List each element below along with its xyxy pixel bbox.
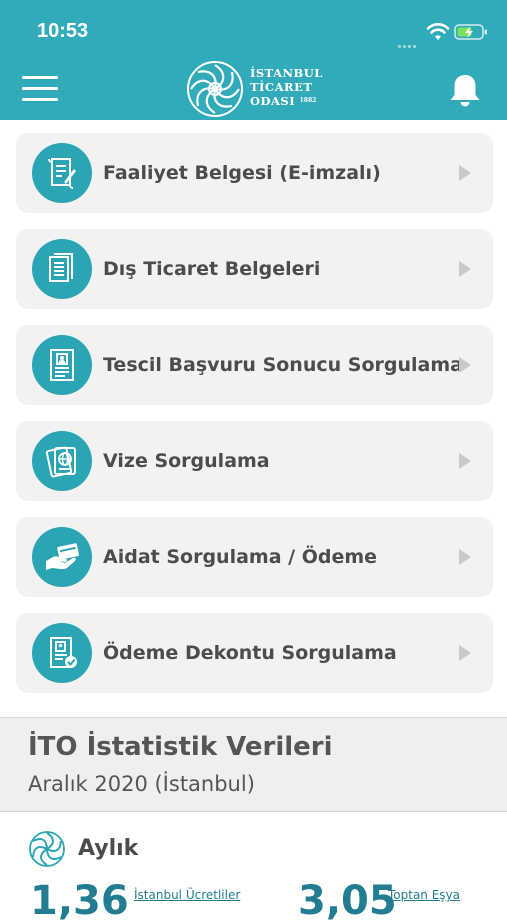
statistics-subtitle: Aralık 2020 (İstanbul)	[28, 772, 255, 796]
hamburger-menu-icon[interactable]	[22, 76, 58, 102]
wifi-icon	[426, 23, 450, 40]
notification-bell-icon[interactable]	[448, 72, 482, 108]
monthly-label: Aylık	[78, 836, 139, 861]
ito-emblem-icon	[187, 61, 243, 117]
logo-line-1: İSTANBUL	[250, 66, 323, 80]
logo-line-2: TİCARET	[250, 80, 313, 94]
chevron-right-icon	[459, 261, 471, 277]
chevron-right-icon	[459, 357, 471, 373]
passport-globe-icon	[32, 431, 92, 491]
ito-emblem-icon	[29, 831, 65, 867]
chevron-right-icon	[459, 549, 471, 565]
cellular-signal-icon	[398, 33, 420, 48]
menu-card-vize-sorgulama[interactable]: Vize Sorgulama	[16, 421, 493, 501]
menu-card-label: Faaliyet Belgesi (E-imzalı)	[103, 162, 381, 184]
menu-card-label: Aidat Sorgulama / Ödeme	[103, 546, 378, 568]
menu-card-faaliyet-belgesi[interactable]: Faaliyet Belgesi (E-imzalı)	[16, 133, 493, 213]
menu-card-label: Vize Sorgulama	[103, 450, 270, 472]
receipt-check-icon	[32, 623, 92, 683]
menu-card-aidat-sorgulama[interactable]: Aidat Sorgulama / Ödeme	[16, 517, 493, 597]
documents-stack-icon	[32, 239, 92, 299]
statistics-header: İTO İstatistik Verileri Aralık 2020 (İst…	[0, 717, 507, 812]
logo-line-3: ODASI	[250, 94, 296, 108]
hand-card-payment-icon	[32, 527, 92, 587]
logo-year: 1882	[299, 97, 317, 104]
menu-card-label: Dış Ticaret Belgeleri	[103, 258, 321, 280]
menu-card-tescil-basvuru[interactable]: Tescil Başvuru Sonucu Sorgulama	[16, 325, 493, 405]
stat-value: 1,36	[30, 878, 129, 924]
battery-icon	[454, 24, 487, 40]
main-content: Faaliyet Belgesi (E-imzalı) Dış Ticaret …	[0, 120, 507, 900]
registration-form-icon	[32, 335, 92, 395]
menu-card-odeme-dekontu[interactable]: Ödeme Dekontu Sorgulama	[16, 613, 493, 693]
menu-card-label: Ödeme Dekontu Sorgulama	[103, 642, 397, 664]
chevron-right-icon	[459, 165, 471, 181]
chevron-right-icon	[459, 645, 471, 661]
certificate-document-icon	[32, 143, 92, 203]
app-header: 10:53 İSTANBUL TİCARET ODASI 1882	[0, 0, 507, 120]
ito-logo: İSTANBUL TİCARET ODASI 1882	[186, 60, 336, 118]
statistics-title: İTO İstatistik Verileri	[28, 732, 333, 762]
menu-card-dis-ticaret-belgeleri[interactable]: Dış Ticaret Belgeleri	[16, 229, 493, 309]
logo-wordmark: İSTANBUL TİCARET ODASI 1882	[250, 66, 323, 108]
status-time: 10:53	[37, 20, 89, 42]
stat-value: 3,05	[298, 878, 397, 924]
menu-card-label: Tescil Başvuru Sonucu Sorgulama	[103, 354, 463, 376]
chevron-right-icon	[459, 453, 471, 469]
